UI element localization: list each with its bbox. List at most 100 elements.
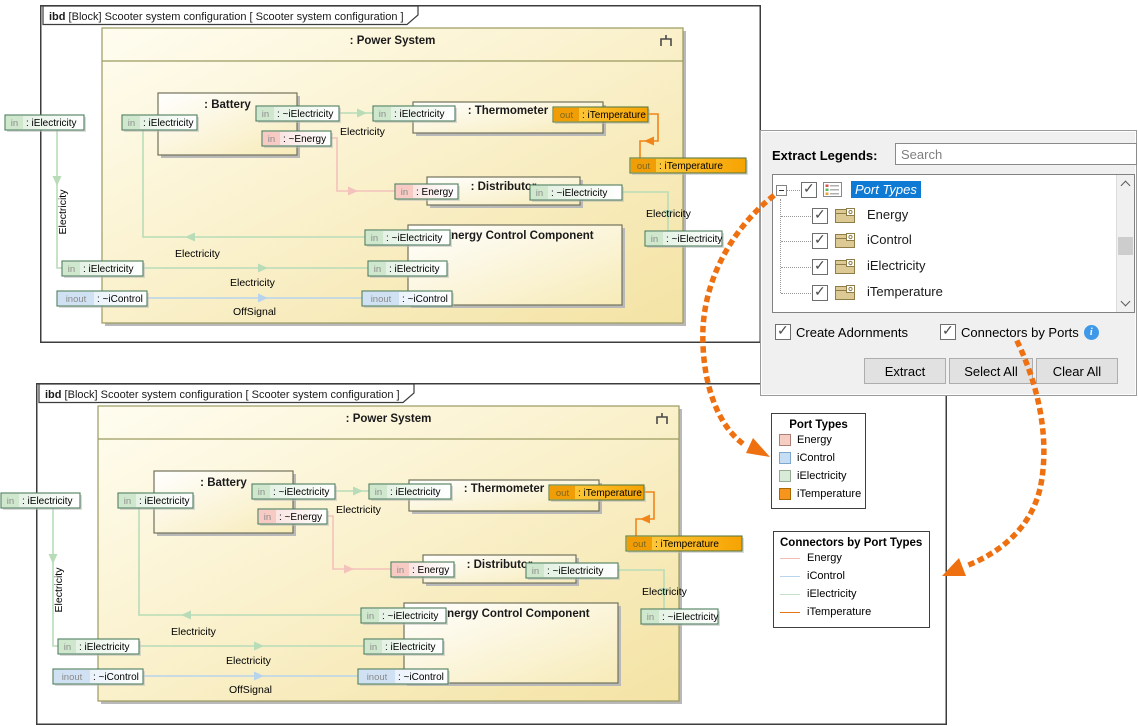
port-direction: in xyxy=(536,188,543,199)
port-ps-in-ielectricity[interactable]: in: iElectricity xyxy=(58,639,141,656)
connector-label: Electricity xyxy=(336,504,382,516)
port-ps-inout-icontrol[interactable]: inout: ~iControl xyxy=(57,291,149,308)
port-direction: in xyxy=(370,642,377,653)
port-direction: in xyxy=(375,487,382,498)
clear-all-button[interactable]: Clear All xyxy=(1036,358,1118,384)
tree-collapse-toggle[interactable] xyxy=(776,185,787,196)
port-type-icon xyxy=(835,285,855,300)
connector-label: OffSignal xyxy=(233,306,276,318)
port-battery-in-not-energy[interactable]: in: ~Energy xyxy=(262,131,333,148)
color-swatch xyxy=(779,470,791,482)
port-direction: in xyxy=(7,496,14,507)
port-label: : iElectricity xyxy=(390,487,441,498)
port-label: : ~iControl xyxy=(402,294,448,305)
port-label: : iElectricity xyxy=(139,496,190,507)
port-label: : ~iElectricity xyxy=(666,234,722,245)
port-label: : ~iElectricity xyxy=(277,109,333,120)
port-ps-inout-icontrol[interactable]: inout: ~iControl xyxy=(53,669,145,686)
port-frame-in-ielectricity[interactable]: in: iElectricity xyxy=(5,115,86,132)
port-direction: in xyxy=(128,118,135,129)
tree-item-checkbox[interactable] xyxy=(801,182,817,198)
legend-type-tree: Port TypesEnergyiControliElectricityiTem… xyxy=(772,174,1135,313)
scroll-down-icon[interactable] xyxy=(1121,297,1131,307)
port-direction: out xyxy=(633,539,647,550)
port-label: : ~iElectricity xyxy=(547,566,603,577)
dialog-title: Extract Legends: xyxy=(772,148,877,163)
port-label: : ~iControl xyxy=(97,294,143,305)
port-battery-in-ielectricity[interactable]: in: iElectricity xyxy=(118,493,195,510)
block-title: : Thermometer xyxy=(468,105,549,117)
port-label: : ~iControl xyxy=(93,672,139,683)
line-swatch xyxy=(780,576,800,577)
create-adornments-label: Create Adornments xyxy=(796,325,908,340)
port-distributor-in-not-ielectricity[interactable]: in : ~iElectricity xyxy=(526,563,620,580)
port-ecc-inout-icontrol[interactable]: inout: ~iControl xyxy=(358,669,450,686)
tree-item-label: iControl xyxy=(867,232,912,247)
tree-item-checkbox[interactable] xyxy=(812,285,828,301)
tree-item-label: Energy xyxy=(867,207,908,222)
port-battery-in-ielectricity[interactable]: in: iElectricity xyxy=(122,115,199,132)
extract-button[interactable]: Extract xyxy=(864,358,946,384)
line-swatch xyxy=(780,612,800,613)
port-thermometer-out-itemperature[interactable]: out: iTemperature xyxy=(549,485,646,502)
port-thermometer-in-ielectricity[interactable]: in : iElectricity xyxy=(369,484,453,501)
legend-item-label: Energy xyxy=(797,434,832,446)
port-distributor-in-energy[interactable]: in: Energy xyxy=(395,184,460,201)
port-label: : ~Energy xyxy=(279,512,322,523)
port-ecc-in-ielectricity[interactable]: in: iElectricity xyxy=(364,639,445,656)
port-direction: in xyxy=(651,234,658,245)
legend-icon xyxy=(823,182,842,197)
port-battery-in-not-energy[interactable]: in: ~Energy xyxy=(258,509,329,526)
port-direction: in xyxy=(268,134,275,145)
port-label: : Energy xyxy=(416,187,453,198)
port-distributor-in-energy[interactable]: in: Energy xyxy=(391,562,456,579)
port-direction: in xyxy=(367,611,374,622)
legend-item-label: iElectricity xyxy=(807,588,857,600)
port-label: : iElectricity xyxy=(22,496,73,507)
legend-connectors-by-port-types[interactable]: Connectors by Port Types EnergyiControli… xyxy=(773,531,930,628)
tree-item-checkbox[interactable] xyxy=(812,259,828,275)
port-ecc-in-not-ielectricity[interactable]: in: ~iElectricity xyxy=(365,230,452,247)
port-label: : ~iElectricity xyxy=(551,188,607,199)
port-thermometer-in-ielectricity[interactable]: in: iElectricity xyxy=(373,106,457,123)
port-boundary-out-itemperature[interactable]: out: iTemperature xyxy=(630,158,748,175)
connector-label: Electricity xyxy=(226,655,272,667)
tree-item-checkbox[interactable] xyxy=(812,233,828,249)
port-direction: out xyxy=(556,488,570,499)
legend-item: iTemperature xyxy=(774,603,929,621)
port-direction: in xyxy=(647,612,654,623)
port-ecc-in-ielectricity[interactable]: in: iElectricity xyxy=(368,261,449,278)
port-thermometer-out-itemperature[interactable]: out: iTemperature xyxy=(553,107,650,124)
port-direction: in xyxy=(532,566,539,577)
legend-port-types[interactable]: Port Types EnergyiControliElectricityiTe… xyxy=(771,413,866,509)
port-direction: in xyxy=(258,487,265,498)
port-ecc-in-not-ielectricity[interactable]: in: ~iElectricity xyxy=(361,608,448,625)
port-boundary-in-not-ielectricity[interactable]: in : ~iElectricity xyxy=(645,231,724,248)
port-ecc-inout-icontrol[interactable]: inout: ~iControl xyxy=(362,291,454,308)
select-all-button[interactable]: Select All xyxy=(949,358,1033,384)
port-label: : Energy xyxy=(412,565,449,576)
tree-item-checkbox[interactable] xyxy=(812,208,828,224)
port-battery-in-not-ielectricity[interactable]: in: ~iElectricity xyxy=(252,484,337,501)
port-distributor-in-not-ielectricity[interactable]: in : ~iElectricity xyxy=(530,185,624,202)
port-type-icon xyxy=(835,208,855,223)
tree-item-label: iTemperature xyxy=(867,284,943,299)
port-label: : ~iElectricity xyxy=(662,612,718,623)
port-label: : iTemperature xyxy=(655,539,719,550)
search-input[interactable] xyxy=(895,143,1137,165)
port-battery-in-not-ielectricity[interactable]: in: ~iElectricity xyxy=(256,106,341,123)
scroll-up-icon[interactable] xyxy=(1121,181,1131,191)
create-adornments-checkbox[interactable] xyxy=(775,324,791,340)
block-title: : Distributor xyxy=(471,181,537,193)
port-ps-in-ielectricity[interactable]: in: iElectricity xyxy=(62,261,145,278)
connectors-by-ports-checkbox[interactable] xyxy=(940,324,956,340)
info-icon[interactable]: i xyxy=(1084,325,1099,340)
scrollbar-thumb[interactable] xyxy=(1118,237,1133,255)
legend-item-label: iControl xyxy=(807,570,845,582)
port-boundary-out-itemperature[interactable]: out : iTemperature xyxy=(626,536,744,553)
port-frame-in-ielectricity[interactable]: in : iElectricity xyxy=(1,493,82,510)
tree-scrollbar[interactable] xyxy=(1116,175,1134,312)
port-boundary-in-not-ielectricity[interactable]: in : ~iElectricity xyxy=(641,609,720,626)
legend-item-label: iTemperature xyxy=(797,488,861,500)
connector-label: OffSignal xyxy=(229,684,272,696)
